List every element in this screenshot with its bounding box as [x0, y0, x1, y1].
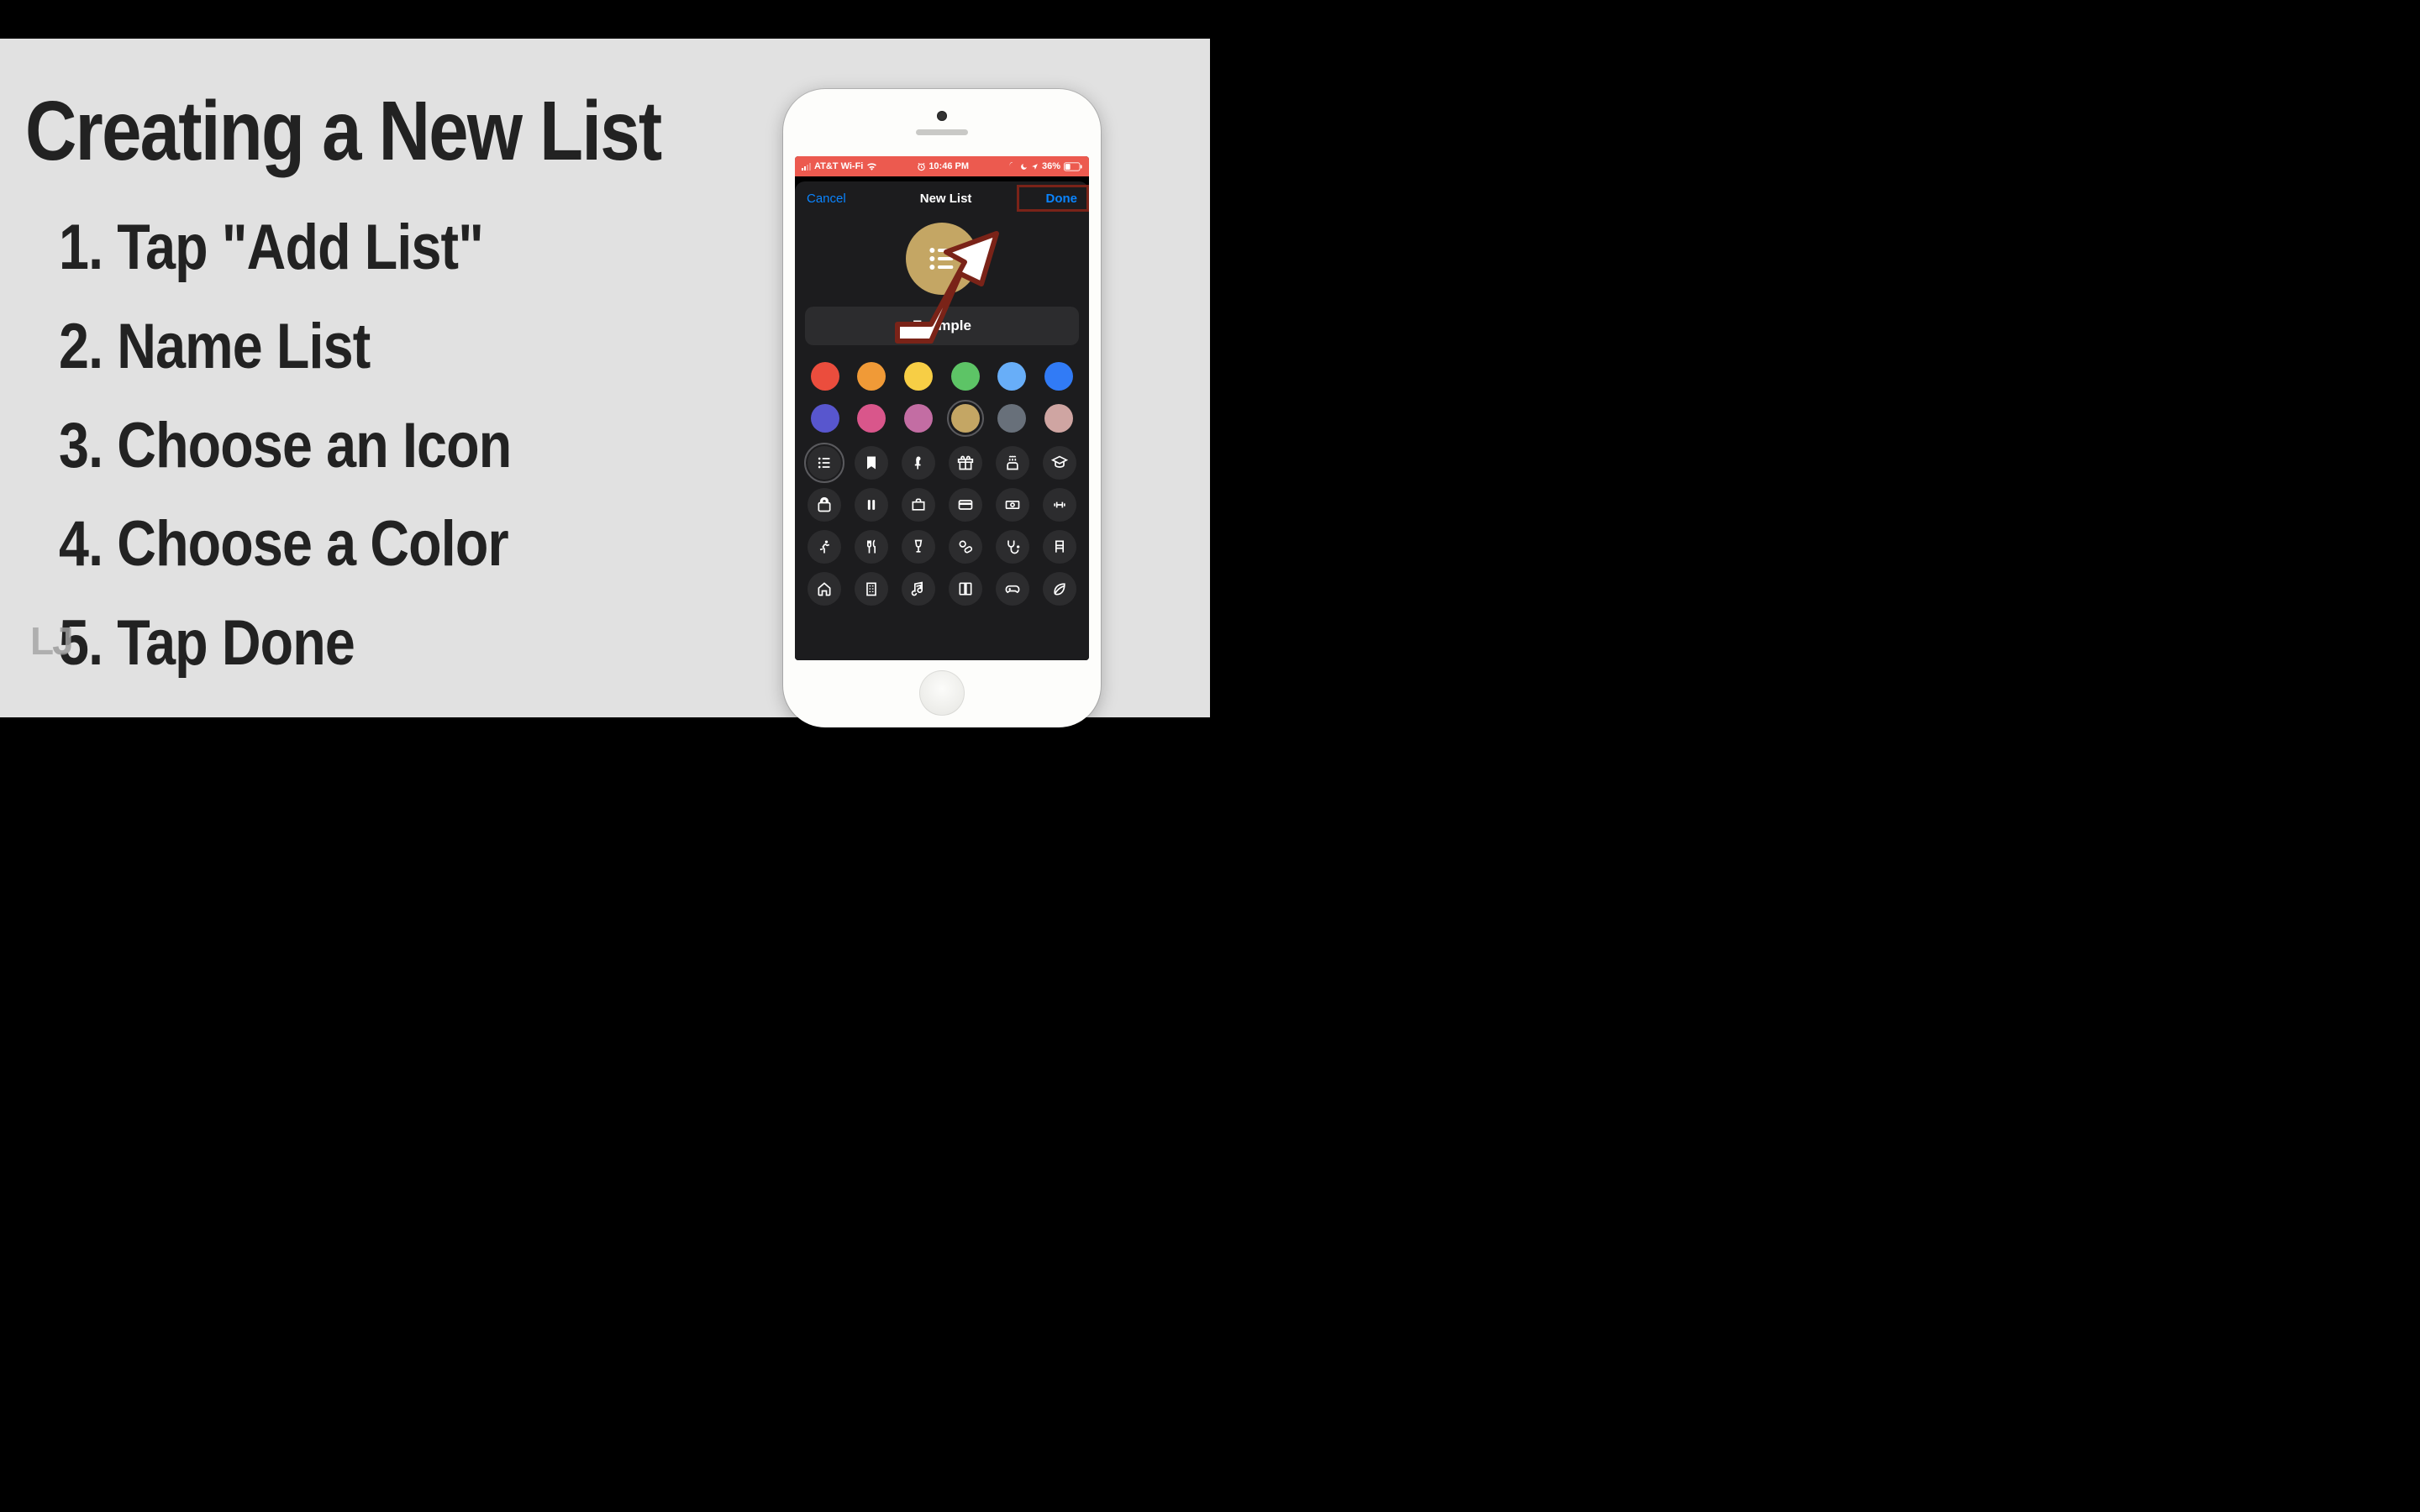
color-swatch-red[interactable]	[811, 362, 839, 391]
sheet-title: New List	[920, 192, 972, 206]
phone-camera	[937, 111, 947, 121]
money-icon-option[interactable]	[996, 488, 1029, 522]
step-item: 1. Tap "Add List"	[59, 198, 702, 297]
new-list-sheet: Cancel New List Done Example	[795, 181, 1089, 660]
time-label: 10:46 PM	[929, 161, 969, 171]
house-icon	[816, 580, 833, 597]
briefcase-icon-option[interactable]	[902, 488, 935, 522]
leaf-icon-option[interactable]	[1043, 572, 1076, 606]
status-center: 10:46 PM	[917, 161, 969, 171]
stethoscope-icon	[1004, 538, 1021, 555]
instructions-block: Creating a New List 1. Tap "Add List" 2.…	[25, 89, 815, 693]
slide-content: Creating a New List 1. Tap "Add List" 2.…	[0, 39, 1210, 717]
list-bullet-icon	[816, 454, 833, 471]
battery-icon	[1064, 162, 1082, 171]
book-icon-option[interactable]	[949, 572, 982, 606]
birthday-cake-icon	[1004, 454, 1021, 471]
step-item: 2. Name List	[59, 297, 702, 396]
step-item: 4. Choose a Color	[59, 495, 702, 594]
bookmark-icon	[863, 454, 880, 471]
home-button[interactable]	[919, 670, 965, 716]
color-swatch-yellow[interactable]	[904, 362, 933, 391]
dumbbell-icon	[1051, 496, 1068, 513]
game-controller-icon	[1004, 580, 1021, 597]
list-bullet-icon-option[interactable]	[808, 446, 841, 480]
phone-screen: AT&T Wi-Fi 10:46 PM	[795, 156, 1089, 660]
running-icon	[816, 538, 833, 555]
wine-glass-icon	[910, 538, 927, 555]
phone-speaker	[916, 129, 968, 135]
step-list: 1. Tap "Add List" 2. Name List 3. Choose…	[25, 198, 815, 693]
gift-icon-option[interactable]	[949, 446, 982, 480]
chair-icon	[1051, 538, 1068, 555]
color-swatch-green[interactable]	[951, 362, 980, 391]
leaf-icon	[1051, 580, 1068, 597]
color-swatch-tan[interactable]	[951, 404, 980, 433]
wifi-icon	[866, 162, 877, 171]
color-swatch-pink[interactable]	[857, 404, 886, 433]
pills-icon-option[interactable]	[949, 530, 982, 564]
status-right: 36%	[1008, 161, 1082, 172]
dumbbell-icon-option[interactable]	[1043, 488, 1076, 522]
color-swatch-magenta[interactable]	[904, 404, 933, 433]
credit-card-icon-option[interactable]	[949, 488, 982, 522]
backpack-icon	[816, 496, 833, 513]
color-swatch-blue[interactable]	[1044, 362, 1073, 391]
step-item: 3. Choose an Icon	[59, 396, 702, 496]
cancel-button[interactable]: Cancel	[807, 192, 846, 206]
graduation-cap-icon-option[interactable]	[1043, 446, 1076, 480]
bookmark-icon-option[interactable]	[855, 446, 888, 480]
pin-icon	[910, 454, 927, 471]
money-icon	[1004, 496, 1021, 513]
color-swatch-rose[interactable]	[1044, 404, 1073, 433]
pause-icon-option[interactable]	[855, 488, 888, 522]
credit-card-icon	[957, 496, 974, 513]
signal-icon	[802, 163, 811, 171]
pause-icon	[863, 496, 880, 513]
running-icon-option[interactable]	[808, 530, 841, 564]
carrier-label: AT&T Wi-Fi	[814, 161, 863, 171]
icon-picker	[795, 438, 1089, 606]
phone-device: AT&T Wi-Fi 10:46 PM	[783, 89, 1101, 727]
music-note-icon-option[interactable]	[902, 572, 935, 606]
alarm-icon	[917, 162, 926, 171]
status-bar: AT&T Wi-Fi 10:46 PM	[795, 156, 1089, 176]
list-bullet-icon	[925, 242, 959, 276]
color-picker	[795, 345, 1089, 438]
chair-icon-option[interactable]	[1043, 530, 1076, 564]
list-preview-icon	[906, 223, 978, 295]
birthday-cake-icon-option[interactable]	[996, 446, 1029, 480]
color-swatch-gray[interactable]	[997, 404, 1026, 433]
fork-knife-icon	[863, 538, 880, 555]
pin-icon-option[interactable]	[902, 446, 935, 480]
building-icon-option[interactable]	[855, 572, 888, 606]
watermark: LJ	[30, 618, 72, 664]
battery-label: 36%	[1042, 161, 1060, 171]
step-item: 5. Tap Done	[59, 594, 702, 693]
game-controller-icon-option[interactable]	[996, 572, 1029, 606]
graduation-cap-icon	[1051, 454, 1068, 471]
color-swatch-purple[interactable]	[811, 404, 839, 433]
moon-icon	[1020, 163, 1028, 171]
briefcase-icon	[910, 496, 927, 513]
location-icon	[1031, 163, 1039, 171]
building-icon	[863, 580, 880, 597]
book-icon	[957, 580, 974, 597]
gift-icon	[957, 454, 974, 471]
fork-knife-icon-option[interactable]	[855, 530, 888, 564]
wine-glass-icon-option[interactable]	[902, 530, 935, 564]
music-note-icon	[910, 580, 927, 597]
slide-title: Creating a New List	[25, 89, 668, 173]
color-swatch-light-blue[interactable]	[997, 362, 1026, 391]
status-left: AT&T Wi-Fi	[802, 161, 877, 171]
list-name-field[interactable]: Example	[805, 307, 1079, 345]
done-highlight-box	[1017, 185, 1089, 212]
house-icon-option[interactable]	[808, 572, 841, 606]
dnd-alarm-icon	[1008, 161, 1017, 172]
color-swatch-orange[interactable]	[857, 362, 886, 391]
pills-icon	[957, 538, 974, 555]
stethoscope-icon-option[interactable]	[996, 530, 1029, 564]
backpack-icon-option[interactable]	[808, 488, 841, 522]
